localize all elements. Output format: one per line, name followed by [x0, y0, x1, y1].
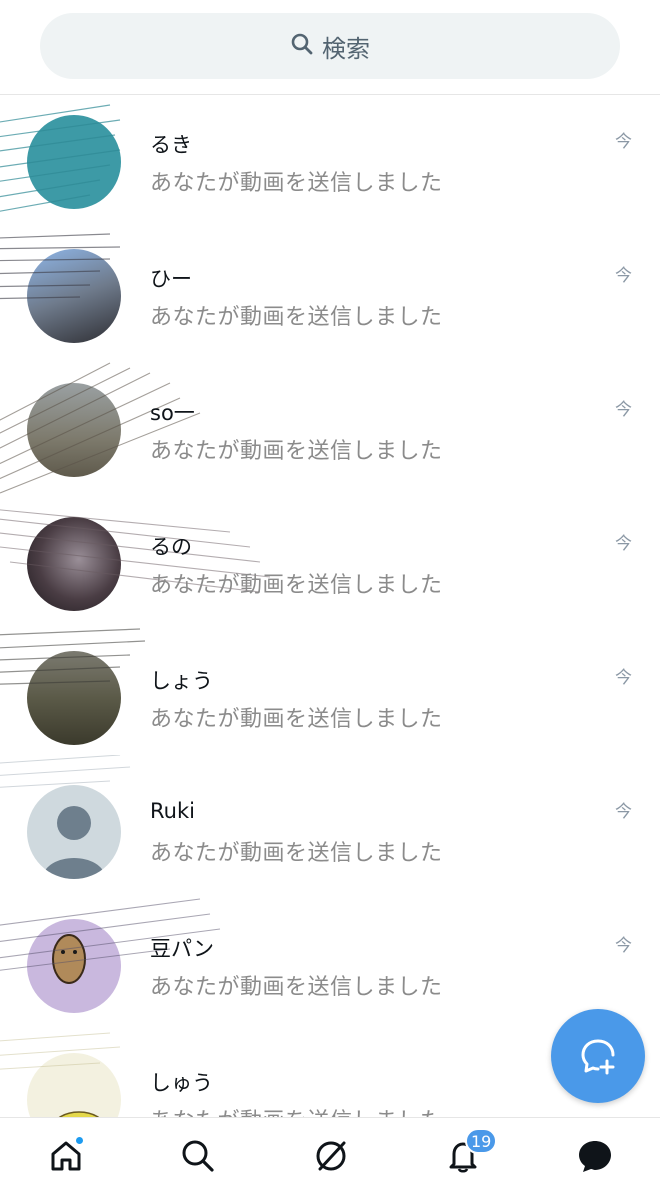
conversation-time: 今 [615, 400, 632, 420]
avatar [27, 115, 121, 209]
character-illustration [52, 934, 86, 984]
bottom-navigation: 19 [0, 1117, 660, 1200]
avatar [27, 919, 121, 1013]
avatar [27, 249, 121, 343]
person-icon [42, 806, 106, 879]
conversation-time: 今 [615, 802, 632, 822]
avatar [27, 383, 121, 477]
conversation-list: るき あなたが動画を送信しました 今 ひー あなたが動画を送信しました 今 so… [0, 95, 660, 1117]
conversation-time: 今 [615, 132, 632, 152]
new-message-button[interactable] [551, 1009, 645, 1103]
conversation-preview: あなたが動画を送信しました [150, 439, 443, 464]
nav-home[interactable] [44, 1134, 88, 1178]
conversation-item[interactable]: Ruki あなたが動画を送信しました 今 [0, 755, 660, 899]
conversation-preview: あなたが動画を送信しました [150, 305, 443, 330]
conversation-name: Ruki [150, 799, 195, 823]
nav-messages[interactable] [573, 1134, 617, 1178]
conversation-name: so一 [150, 401, 195, 425]
conversation-item[interactable]: ひー あなたが動画を送信しました 今 [0, 229, 660, 363]
conversation-preview: あなたが動画を送信しました [150, 573, 443, 598]
spaces-icon [316, 1141, 346, 1171]
nav-spaces[interactable] [309, 1134, 353, 1178]
search-icon [182, 1140, 214, 1172]
conversation-preview: あなたが動画を送信しました [150, 841, 443, 866]
notification-count-badge: 19 [465, 1128, 498, 1154]
conversation-time: 今 [615, 534, 632, 554]
avatar [27, 517, 121, 611]
character-illustration [58, 1111, 100, 1117]
default-avatar [27, 785, 121, 879]
conversation-name: しゅう [150, 1071, 213, 1095]
conversation-preview: あなたが動画を送信しました [150, 707, 443, 732]
conversation-name: しょう [150, 669, 213, 693]
search-bar[interactable]: 検索 [40, 13, 620, 79]
messages-icon [579, 1141, 611, 1172]
unread-dot [75, 1136, 84, 1145]
conversation-item[interactable]: るき あなたが動画を送信しました 今 [0, 95, 660, 229]
search-label: 検索 [322, 34, 370, 63]
conversation-time: 今 [615, 936, 632, 956]
conversation-item[interactable]: 豆パン あなたが動画を送信しました 今 [0, 898, 660, 1033]
conversation-name: 豆パン [150, 937, 215, 961]
conversation-name: るき [150, 133, 192, 157]
conversation-time: 今 [615, 668, 632, 688]
conversation-item[interactable]: しょう あなたが動画を送信しました 今 [0, 628, 660, 765]
conversation-name: ひー [150, 267, 192, 291]
search-icon [290, 32, 314, 60]
conversation-preview: あなたが動画を送信しました [150, 975, 443, 1000]
conversation-time: 今 [615, 266, 632, 286]
conversation-name: るの [150, 535, 192, 559]
new-message-icon [581, 1039, 615, 1075]
conversation-preview: あなたが動画を送信しました [150, 171, 443, 196]
avatar [27, 651, 121, 745]
nav-notifications[interactable]: 19 [441, 1128, 498, 1178]
nav-search[interactable] [176, 1134, 220, 1178]
conversation-item[interactable]: るの あなたが動画を送信しました 今 [0, 497, 660, 631]
conversation-preview: あなたが動画を送信しました [150, 1103, 443, 1117]
conversation-item[interactable]: so一 あなたが動画を送信しました 今 [0, 362, 660, 497]
avatar [27, 1053, 121, 1117]
